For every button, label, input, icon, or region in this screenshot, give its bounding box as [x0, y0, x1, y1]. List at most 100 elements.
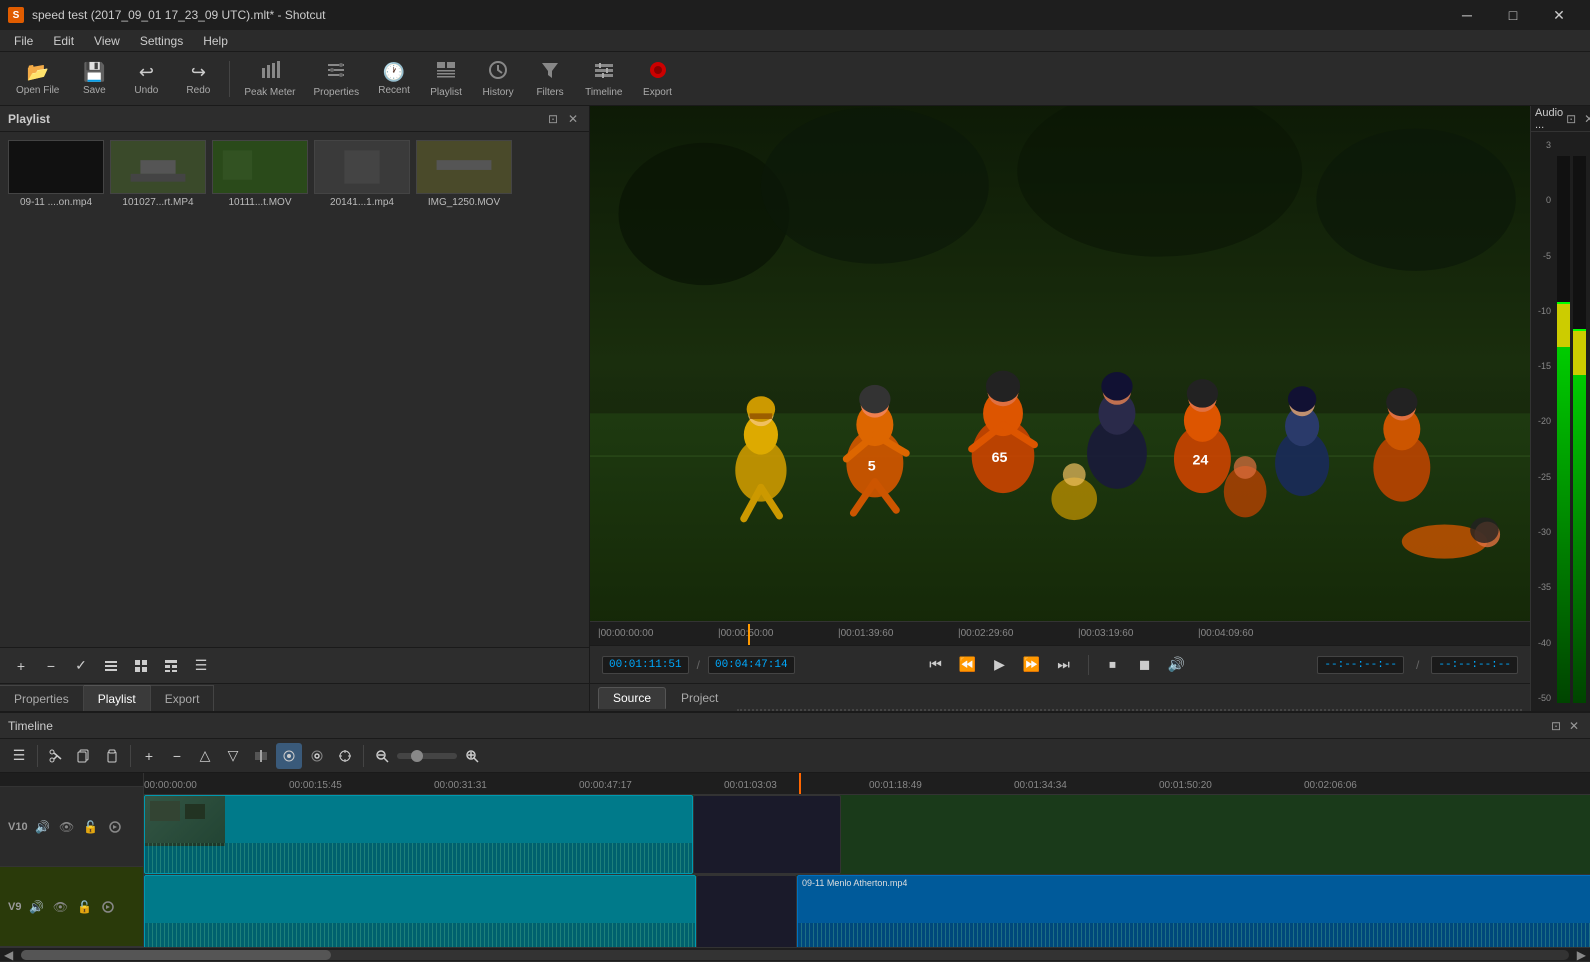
playlist-item-3[interactable]: 20141...1.mp4 [314, 140, 410, 208]
track-v10-eye-button[interactable]: 👁 [58, 818, 76, 836]
playlist-float-button[interactable]: ⊡ [545, 111, 561, 127]
timeline-playhead [799, 773, 801, 795]
timeline-scrollbar[interactable]: ◀ ▶ [0, 947, 1590, 961]
clip-v10-1[interactable] [144, 795, 693, 874]
history-button[interactable]: History [473, 55, 523, 103]
tl-zoom-in-button[interactable] [459, 743, 485, 769]
ruler-mark-4: |00:03:19:60 [1078, 628, 1133, 639]
tab-properties[interactable]: Properties [0, 685, 84, 711]
timeline-button[interactable]: Timeline [577, 55, 630, 103]
tl-target-button[interactable] [332, 743, 358, 769]
tl-overwrite-button[interactable]: ▽ [220, 743, 246, 769]
export-button[interactable]: Export [633, 55, 683, 103]
playlist-item-label-1: 101027...rt.MP4 [122, 197, 193, 208]
track-v10-audio-button[interactable]: 🔊 [34, 818, 52, 836]
clip-v10-2[interactable] [693, 795, 841, 874]
in-point-display: --:--:--:-- [1317, 656, 1404, 674]
zoom-slider[interactable] [397, 753, 457, 759]
tl-paste-button[interactable] [99, 743, 125, 769]
timeline-track-v10[interactable] [144, 795, 1590, 875]
audio-float-button[interactable]: ⊡ [1563, 111, 1579, 127]
meter-fill-yellow-1 [1557, 304, 1570, 348]
video-ruler: |00:00:00:00 |00:00:50:00 |00:01:39:60 |… [590, 621, 1530, 645]
filters-button[interactable]: Filters [525, 55, 575, 103]
tl-cut-button[interactable] [43, 743, 69, 769]
close-button[interactable]: ✕ [1536, 0, 1582, 30]
playlist-check-button[interactable]: ✓ [68, 653, 94, 679]
tl-split-button[interactable] [248, 743, 274, 769]
playlist-remove-button[interactable]: − [38, 653, 64, 679]
track-v10-solo-button[interactable] [106, 818, 124, 836]
toggle-button-2[interactable]: ◼ [1133, 653, 1157, 677]
timeline-track-v9[interactable]: 09-11 Menlo Atherton.mp4 [144, 875, 1590, 947]
playlist-grid-view-button[interactable] [128, 653, 154, 679]
tl-menu-button[interactable]: ☰ [6, 743, 32, 769]
track-v9-audio-button[interactable]: 🔊 [27, 898, 45, 916]
recent-button[interactable]: 🕐 Recent [369, 55, 419, 103]
play-pause-button[interactable]: ▶ [988, 653, 1012, 677]
skip-to-start-button[interactable]: ⏮ [924, 653, 948, 677]
track-v9-eye-button[interactable]: 👁 [51, 898, 69, 916]
current-time-display[interactable]: 00:01:11:51 [602, 656, 689, 674]
undo-button[interactable]: ↩ Undo [121, 55, 171, 103]
track-v9-solo-button[interactable] [99, 898, 117, 916]
menu-settings[interactable]: Settings [130, 30, 193, 52]
playlist-item-1[interactable]: 101027...rt.MP4 [110, 140, 206, 208]
playlist-table-button[interactable] [158, 653, 184, 679]
skip-to-end-button[interactable]: ⏭ [1052, 653, 1076, 677]
scroll-thumb[interactable] [21, 950, 331, 960]
minimize-button[interactable]: ─ [1444, 0, 1490, 30]
volume-button[interactable]: 🔊 [1165, 653, 1189, 677]
playlist-add-button[interactable]: + [8, 653, 34, 679]
tl-copy-button[interactable] [71, 743, 97, 769]
playlist-item-0[interactable]: 09-11 ....on.mp4 [8, 140, 104, 208]
track-v10-lock-button[interactable]: 🔓 [82, 818, 100, 836]
playlist-close-button[interactable]: ✕ [565, 111, 581, 127]
playlist-item-4[interactable]: IMG_1250.MOV [416, 140, 512, 208]
redo-button[interactable]: ↪ Redo [173, 55, 223, 103]
menu-view[interactable]: View [84, 30, 130, 52]
open-file-button[interactable]: 📂 Open File [8, 55, 67, 103]
scroll-right-arrow[interactable]: ▶ [1573, 948, 1590, 962]
playlist-more-button[interactable]: ☰ [188, 653, 214, 679]
playlist-item-2[interactable]: 10111...t.MOV [212, 140, 308, 208]
audio-close-button[interactable]: ✕ [1581, 111, 1590, 127]
menu-file[interactable]: File [4, 30, 43, 52]
maximize-button[interactable]: □ [1490, 0, 1536, 30]
tab-project[interactable]: Project [666, 687, 733, 709]
tl-remove-track-button[interactable]: − [164, 743, 190, 769]
recent-icon: 🕐 [383, 62, 405, 83]
playlist-list-button[interactable] [98, 653, 124, 679]
clip-v9-3[interactable]: 09-11 Menlo Atherton.mp4 [797, 875, 1590, 947]
timeline-close-button[interactable]: ✕ [1566, 718, 1582, 734]
tl-lift-button[interactable]: △ [192, 743, 218, 769]
properties-button[interactable]: Properties [306, 55, 368, 103]
track-v9-lock-button[interactable]: 🔓 [75, 898, 93, 916]
meter-label-0: 0 [1546, 195, 1551, 205]
timeline-toolbar: ☰ + − △ ▽ [0, 739, 1590, 773]
tl-snap-button[interactable] [276, 743, 302, 769]
playlist-button[interactable]: Playlist [421, 55, 471, 103]
scroll-left-arrow[interactable]: ◀ [0, 948, 17, 962]
ruler-mark-5: |00:04:09:60 [1198, 628, 1253, 639]
tab-playlist[interactable]: Playlist [84, 685, 151, 711]
tl-add-track-button[interactable]: + [136, 743, 162, 769]
save-icon: 💾 [83, 62, 105, 83]
scroll-track[interactable] [21, 950, 1569, 960]
menu-edit[interactable]: Edit [43, 30, 84, 52]
tl-zoom-out-button[interactable] [369, 743, 395, 769]
fast-forward-button[interactable]: ⏩ [1020, 653, 1044, 677]
clip-v9-1[interactable] [144, 875, 696, 947]
tab-source[interactable]: Source [598, 687, 666, 709]
menu-help[interactable]: Help [193, 30, 238, 52]
rewind-button[interactable]: ⏪ [956, 653, 980, 677]
save-button[interactable]: 💾 Save [69, 55, 119, 103]
timeline-float-button[interactable]: ⊡ [1548, 718, 1564, 734]
clip-v9-2[interactable] [696, 875, 797, 947]
tab-export[interactable]: Export [151, 685, 215, 711]
toggle-button-1[interactable]: ⏹ [1101, 653, 1125, 677]
tl-ripple-button[interactable] [304, 743, 330, 769]
peak-meter-button[interactable]: Peak Meter [236, 55, 303, 103]
titlebar-controls: ─ □ ✕ [1444, 0, 1582, 30]
clip-v10-1-thumb [145, 796, 225, 846]
